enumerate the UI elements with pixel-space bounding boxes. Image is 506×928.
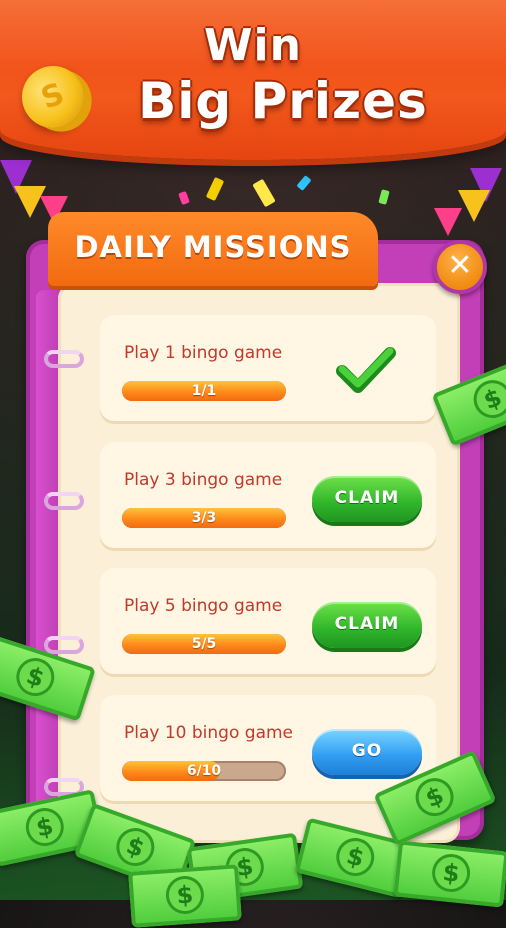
progress-text: 1/1 <box>191 383 217 399</box>
checkmark-icon <box>336 347 396 393</box>
close-button[interactable]: ✕ <box>433 240 487 294</box>
mission-label: Play 5 bingo game <box>124 596 283 616</box>
title-win: Win <box>204 20 302 71</box>
mission-label: Play 1 bingo game <box>124 343 283 363</box>
claim-button[interactable]: CLAIM <box>312 476 422 522</box>
cash-bill-icon <box>393 840 506 908</box>
go-button[interactable]: GO <box>312 729 422 775</box>
progress-text: 5/5 <box>191 636 217 652</box>
binder-ring <box>44 492 84 510</box>
mission-label: Play 10 bingo game <box>124 723 294 743</box>
close-icon: ✕ <box>447 248 473 283</box>
claim-button[interactable]: CLAIM <box>312 602 422 648</box>
progress-bar: 5/5 <box>122 634 286 654</box>
mission-label: Play 3 bingo game <box>124 470 283 490</box>
bunting-flag <box>458 190 490 222</box>
progress-bar: 1/1 <box>122 381 286 401</box>
binder-ring <box>44 636 84 654</box>
progress-bar: 6/10 <box>122 761 286 781</box>
progress-text: 3/3 <box>191 510 217 526</box>
panel-title: DAILY MISSIONS <box>74 230 352 264</box>
binder-ring <box>44 350 84 368</box>
cash-bill-icon <box>128 864 242 928</box>
mission-card: Play 1 bingo game 1/1 <box>100 315 436 421</box>
title-big-prizes: Big Prizes <box>138 72 428 130</box>
progress-bar: 3/3 <box>122 508 286 528</box>
bunting-flag <box>434 208 462 236</box>
mission-card: Play 5 bingo game 5/5 CLAIM <box>100 568 436 674</box>
mission-card: Play 3 bingo game 3/3 CLAIM <box>100 442 436 548</box>
progress-text: 6/10 <box>186 763 222 779</box>
mission-card: Play 10 bingo game 6/10 GO <box>100 695 436 801</box>
